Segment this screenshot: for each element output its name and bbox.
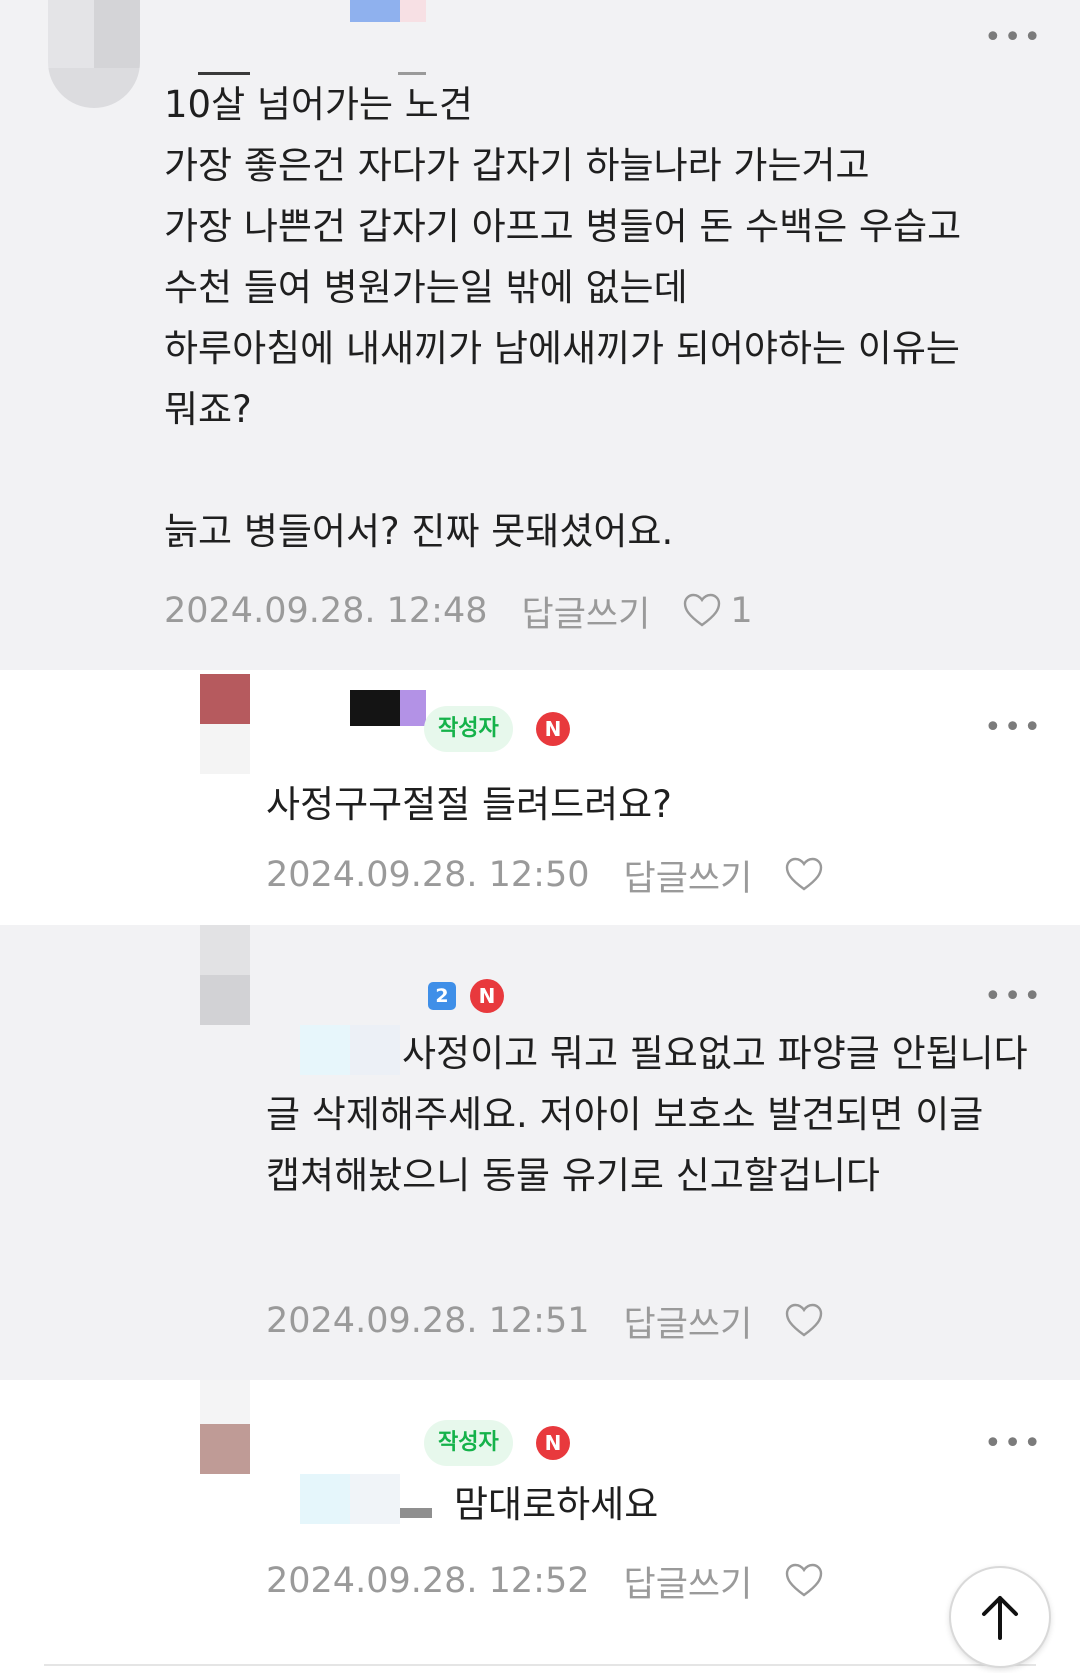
comment-text: 사정이고 뭐고 필요없고 파양글 안됩니다 글 삭제해주세요. 저아이 보호소 … [266,1032,1040,1197]
like-count: 1 [730,591,753,631]
new-badge: N [470,979,504,1013]
comment-meta: 2024.09.28. 12:50 답글쓰기 [266,850,824,900]
reply-button[interactable]: 답글쓰기 [624,850,753,901]
comment-meta: 2024.09.28. 12:52 답글쓰기 [266,1556,824,1606]
more-options-button[interactable]: ••• [984,1429,1041,1459]
avatar[interactable] [200,1380,250,1474]
heart-icon[interactable] [682,591,722,631]
reply-button[interactable]: 답글쓰기 [624,1296,753,1347]
author-nickname[interactable] [350,0,426,22]
comment-date: 2024.09.28. 12:51 [266,1301,590,1341]
more-options-button[interactable]: ••• [984,713,1041,743]
comment-text: 맘대로하세요 [454,1483,659,1526]
arrow-up-icon [982,1596,1018,1640]
heart-icon[interactable] [784,1301,824,1341]
heart-icon[interactable] [784,1561,824,1601]
avatar[interactable] [200,674,250,774]
comment-item: 작성자 N ••• 맘대로하세요 2024.09.28. 12:52 답글쓰기 [0,1380,1080,1673]
avatar[interactable] [200,925,250,1025]
comment-text: 사정구구절절 들려드려요? [266,783,672,826]
divider [44,1664,1036,1666]
comment-item: 작성자 N ••• 사정구구절절 들려드려요? 2024.09.28. 12:5… [0,670,1080,925]
comment-meta: 2024.09.28. 12:51 답글쓰기 [266,1296,824,1346]
reply-button[interactable]: 답글쓰기 [522,586,651,637]
author-nickname[interactable] [300,1474,432,1524]
scroll-to-top-button[interactable] [949,1566,1051,1668]
comment-item: 2 N ••• 사정이고 뭐고 필요없고 파양글 안됩니다 글 삭제해주세요. … [0,925,1080,1380]
comment-date: 2024.09.28. 12:52 [266,1561,590,1601]
comment-date: 2024.09.28. 12:48 [164,591,488,631]
author-badge: 작성자 [424,1420,513,1466]
comment-meta: 2024.09.28. 12:48 답글쓰기 1 [164,586,753,636]
author-badge: 작성자 [424,706,513,752]
comment-item: ••• 10살 넘어가는 노견 가장 좋은건 자다가 갑자기 하늘나라 가는거고… [0,0,1080,670]
more-options-button[interactable]: ••• [984,23,1041,53]
avatar[interactable] [48,0,140,108]
reply-button[interactable]: 답글쓰기 [624,1556,753,1607]
new-badge: N [536,1426,570,1460]
comment-date: 2024.09.28. 12:50 [266,855,590,895]
new-badge: N [536,712,570,746]
level-badge: 2 [428,982,456,1010]
comment-text: 10살 넘어가는 노견 가장 좋은건 자다가 갑자기 하늘나라 가는거고 가장 … [164,83,962,553]
heart-icon[interactable] [784,855,824,895]
author-nickname[interactable] [350,690,426,726]
more-options-button[interactable]: ••• [984,982,1041,1012]
